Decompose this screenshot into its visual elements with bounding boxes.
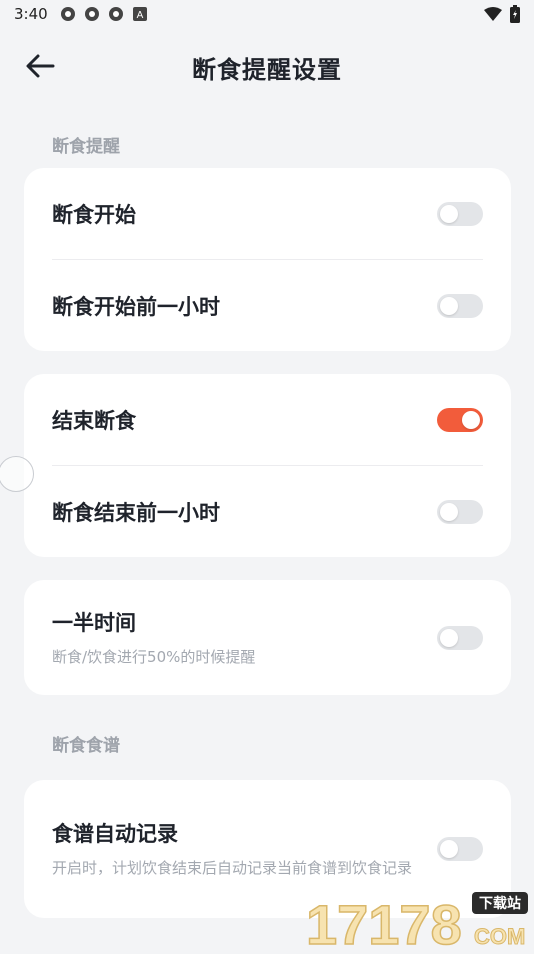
card-fast-end: 结束断食 断食结束前一小时: [24, 374, 511, 557]
notification-icon: [60, 6, 76, 22]
toggle-fast-end[interactable]: [437, 408, 483, 432]
section-label-reminder: 断食提醒: [52, 132, 120, 157]
toggle-knob: [440, 205, 458, 223]
row-label: 断食开始前一小时: [52, 291, 220, 321]
status-bar: 3:40 A: [0, 0, 534, 28]
toggle-fast-end-1h-before[interactable]: [437, 500, 483, 524]
row-fast-end[interactable]: 结束断食: [24, 374, 511, 466]
svg-text:COM: COM: [474, 924, 525, 949]
row-label: 断食开始: [52, 199, 136, 229]
app-bar: 断食提醒设置: [0, 38, 534, 96]
row-label: 一半时间: [52, 607, 255, 637]
toggle-knob: [440, 629, 458, 647]
row-description: 断食/饮食进行50%的时候提醒: [52, 645, 255, 669]
row-label: 结束断食: [52, 405, 136, 435]
row-label: 食谱自动记录: [52, 818, 422, 848]
card-fast-start: 断食开始 断食开始前一小时: [24, 168, 511, 351]
notification-icon: [108, 6, 124, 22]
toggle-knob: [462, 411, 480, 429]
toggle-knob: [440, 503, 458, 521]
toggle-knob: [440, 840, 458, 858]
row-fast-start[interactable]: 断食开始: [24, 168, 511, 260]
toggle-knob: [440, 297, 458, 315]
app-a-icon: A: [132, 6, 148, 22]
back-button[interactable]: [22, 50, 58, 86]
row-text: 食谱自动记录 开启时，计划饮食结束后自动记录当前食谱到饮食记录: [52, 818, 422, 880]
row-text: 一半时间 断食/饮食进行50%的时候提醒: [52, 607, 255, 669]
notification-icon: [84, 6, 100, 22]
toggle-fast-start-1h-before[interactable]: [437, 294, 483, 318]
status-time: 3:40: [14, 5, 48, 23]
section-label-recipe: 断食食谱: [52, 731, 120, 756]
row-fast-start-1h-before[interactable]: 断食开始前一小时: [24, 260, 511, 351]
row-description: 开启时，计划饮食结束后自动记录当前食谱到饮食记录: [52, 856, 422, 880]
card-half-time: 一半时间 断食/饮食进行50%的时候提醒: [24, 580, 511, 695]
toggle-fast-start[interactable]: [437, 202, 483, 226]
page-title: 断食提醒设置: [192, 50, 342, 85]
row-fast-end-1h-before[interactable]: 断食结束前一小时: [24, 466, 511, 557]
toggle-recipe-auto-record[interactable]: [437, 837, 483, 861]
svg-text:下载站: 下载站: [479, 895, 521, 912]
toggle-half-time[interactable]: [437, 626, 483, 650]
arrow-left-icon: [25, 53, 55, 83]
row-half-time[interactable]: 一半时间 断食/饮食进行50%的时候提醒: [24, 580, 511, 695]
status-right: [484, 5, 520, 27]
battery-icon: [510, 5, 520, 27]
watermark-logo: 17178 下载站 COM: [302, 888, 532, 950]
row-label: 断食结束前一小时: [52, 497, 220, 527]
svg-text:A: A: [136, 10, 143, 21]
svg-text:17178: 17178: [306, 893, 462, 950]
wifi-icon: [484, 7, 502, 25]
